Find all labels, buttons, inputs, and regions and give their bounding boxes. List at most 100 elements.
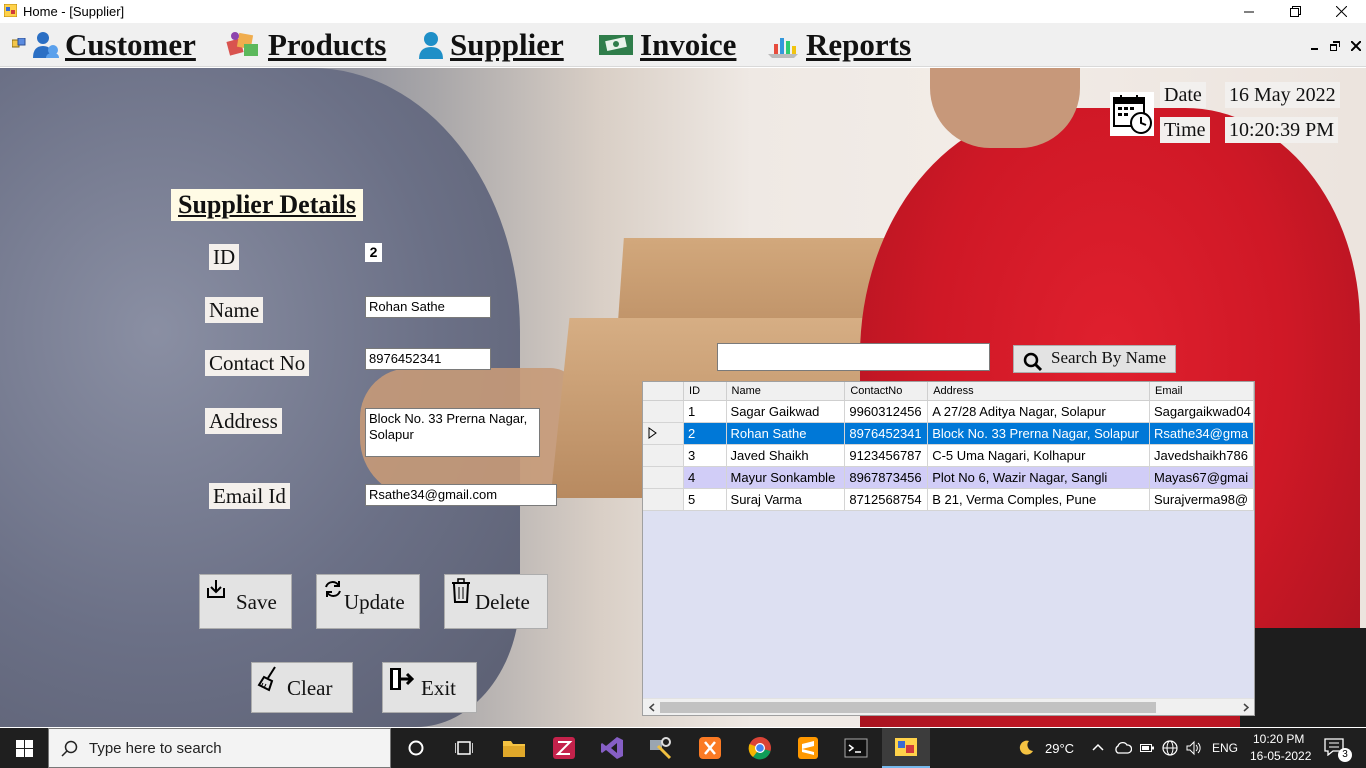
column-header-id[interactable]: ID: [683, 382, 727, 401]
cell-address[interactable]: A 27/28 Aditya Nagar, Solapur: [927, 400, 1150, 423]
menu-reports[interactable]: Reports: [766, 25, 911, 65]
cell-email[interactable]: Sagargaikwad04: [1149, 400, 1254, 423]
clear-button[interactable]: Clear: [251, 662, 353, 713]
name-field[interactable]: Rohan Sathe: [365, 296, 491, 318]
restore-icon: [1289, 6, 1301, 17]
update-button[interactable]: Update: [316, 574, 420, 629]
delete-button[interactable]: Delete: [444, 574, 548, 629]
cell-contact[interactable]: 8712568754: [844, 488, 929, 511]
cell-id[interactable]: 1: [683, 400, 727, 423]
scroll-right-button[interactable]: [1237, 699, 1254, 715]
supplier-icon: [419, 32, 443, 59]
search-input[interactable]: [717, 343, 990, 371]
app-button-1[interactable]: [540, 728, 588, 768]
cell-id[interactable]: 3: [683, 444, 727, 467]
cell-name[interactable]: Sagar Gaikwad: [726, 400, 846, 423]
xampp-button[interactable]: [686, 728, 734, 768]
cell-address[interactable]: C-5 Uma Nagari, Kolhapur: [927, 444, 1150, 467]
cell-name[interactable]: Suraj Varma: [726, 488, 846, 511]
clock-date[interactable]: 16-05-2022: [1250, 749, 1311, 763]
sublime-text-button[interactable]: [784, 728, 832, 768]
table-row[interactable]: 1 Sagar Gaikwad 9960312456 A 27/28 Adity…: [643, 400, 1254, 423]
cell-address[interactable]: Block No. 33 Prerna Nagar, Solapur: [927, 422, 1150, 445]
active-app-button[interactable]: [882, 728, 930, 768]
chevron-up-icon[interactable]: [1092, 743, 1104, 751]
cortana-button[interactable]: [392, 728, 440, 768]
row-header[interactable]: [643, 488, 685, 511]
cell-id[interactable]: 5: [683, 488, 727, 511]
cell-name[interactable]: Mayur Sonkamble: [726, 466, 846, 489]
cell-id[interactable]: 2: [683, 422, 727, 445]
column-header-email[interactable]: Email: [1149, 382, 1254, 401]
save-button[interactable]: Save: [199, 574, 292, 629]
cell-contact[interactable]: 9123456787: [844, 444, 929, 467]
scrollbar-thumb[interactable]: [660, 702, 1156, 713]
menu-customer[interactable]: Customer: [33, 25, 196, 65]
table-row[interactable]: 5 Suraj Varma 8712568754 B 21, Verma Com…: [643, 488, 1254, 511]
table-row-selected[interactable]: 2 Rohan Sathe 8976452341 Block No. 33 Pr…: [643, 422, 1254, 445]
close-button[interactable]: [1318, 0, 1364, 23]
tools-button[interactable]: [636, 728, 684, 768]
column-header-contactno[interactable]: ContactNo: [844, 382, 929, 401]
scroll-left-button[interactable]: [643, 699, 660, 715]
cell-email[interactable]: Surajverma98@: [1149, 488, 1254, 511]
address-field[interactable]: Block No. 33 Prerna Nagar, Solapur: [365, 408, 540, 457]
battery-icon[interactable]: [1140, 742, 1154, 754]
row-header[interactable]: [643, 422, 685, 445]
cell-address[interactable]: Plot No 6, Wazir Nagar, Sangli: [927, 466, 1150, 489]
save-icon: [207, 580, 225, 598]
column-header-address[interactable]: Address: [927, 382, 1150, 401]
restore-button[interactable]: [1272, 0, 1318, 23]
cell-name[interactable]: Rohan Sathe: [726, 422, 846, 445]
row-header[interactable]: [643, 444, 685, 467]
row-header[interactable]: [643, 466, 685, 489]
invoice-icon: [599, 35, 633, 55]
mdi-close-button[interactable]: [1349, 39, 1363, 53]
globe-icon[interactable]: [1162, 740, 1178, 756]
email-field[interactable]: Rsathe34@gmail.com: [365, 484, 557, 506]
clock-time[interactable]: 10:20 PM: [1253, 732, 1304, 746]
mdi-minimize-button[interactable]: [1308, 39, 1322, 53]
horizontal-scrollbar[interactable]: [643, 698, 1254, 715]
mdi-restore-button[interactable]: [1328, 39, 1342, 53]
menu-supplier[interactable]: Supplier: [418, 25, 564, 65]
start-button[interactable]: [0, 728, 48, 768]
contact-field[interactable]: 8976452341: [365, 348, 491, 370]
search-by-name-button[interactable]: Search By Name: [1013, 345, 1176, 373]
task-view-button[interactable]: [440, 728, 488, 768]
chrome-button[interactable]: [736, 728, 784, 768]
mdi-child-icon: [12, 38, 26, 48]
table-row[interactable]: 4 Mayur Sonkamble 8967873456 Plot No 6, …: [643, 466, 1254, 489]
speaker-icon[interactable]: [1186, 740, 1202, 756]
file-explorer-button[interactable]: [490, 728, 538, 768]
cell-contact[interactable]: 8976452341: [844, 422, 929, 445]
cell-email[interactable]: Rsathe34@gma: [1149, 422, 1254, 445]
weather-temperature[interactable]: 29°C: [1045, 741, 1074, 756]
supplier-grid[interactable]: ID Name ContactNo Address Email 1 Sagar …: [642, 381, 1255, 716]
delete-label: Delete: [475, 590, 530, 614]
cell-id[interactable]: 4: [683, 466, 727, 489]
language-indicator[interactable]: ENG: [1212, 741, 1238, 755]
terminal-button[interactable]: [832, 728, 880, 768]
app-icon: [4, 4, 17, 17]
search-icon: [61, 740, 78, 757]
column-header-name[interactable]: Name: [726, 382, 846, 401]
cell-contact[interactable]: 8967873456: [844, 466, 929, 489]
visual-studio-button[interactable]: [588, 728, 636, 768]
row-header[interactable]: [643, 400, 685, 423]
minimize-icon: [1311, 48, 1318, 50]
menu-products[interactable]: Products: [226, 25, 386, 65]
taskbar-search-box[interactable]: Type here to search: [48, 728, 391, 768]
minimize-button[interactable]: [1226, 0, 1272, 23]
cell-email[interactable]: Mayas67@gmai: [1149, 466, 1254, 489]
menu-invoice[interactable]: Invoice: [598, 25, 736, 65]
table-row[interactable]: 3 Javed Shaikh 9123456787 C-5 Uma Nagari…: [643, 444, 1254, 467]
cell-contact[interactable]: 9960312456: [844, 400, 929, 423]
network-cloud-icon[interactable]: [1114, 741, 1132, 755]
cell-name[interactable]: Javed Shaikh: [726, 444, 846, 467]
cell-address[interactable]: B 21, Verma Comples, Pune: [927, 488, 1150, 511]
cell-email[interactable]: Javedshaikh786: [1149, 444, 1254, 467]
action-center-button[interactable]: 3: [1318, 736, 1354, 762]
exit-button[interactable]: Exit: [382, 662, 477, 713]
title-bar: Home - [Supplier]: [0, 0, 1366, 23]
